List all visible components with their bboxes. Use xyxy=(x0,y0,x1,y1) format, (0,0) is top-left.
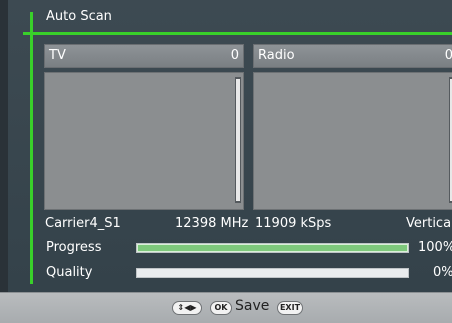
progress-bar xyxy=(136,243,409,253)
radio-label: Radio xyxy=(258,48,295,63)
progress-bar-fill xyxy=(138,245,407,251)
progress-value: 100% xyxy=(418,240,452,255)
tv-label: TV xyxy=(49,48,66,63)
quality-label: Quality xyxy=(46,265,93,280)
carrier-name: Carrier4_S1 xyxy=(45,216,121,231)
radio-list-header: Radio 0 xyxy=(253,44,452,68)
radio-count: 0 xyxy=(444,48,452,63)
quality-value: 0% xyxy=(433,265,452,280)
carrier-frequency: 12398 MHz xyxy=(175,216,249,231)
auto-scan-screen: Auto Scan TV 0 Radio 0 Carrier4_S1 12398… xyxy=(0,0,452,323)
tv-channel-list[interactable] xyxy=(44,72,244,210)
page-title: Auto Scan xyxy=(46,9,112,24)
tv-list-scrollbar[interactable] xyxy=(235,77,241,203)
save-label: Save xyxy=(235,298,270,314)
carrier-symbol-rate: 11909 kSps xyxy=(255,216,332,231)
footer-hint-bar: ⇕◀▶ OK Save EXIT xyxy=(0,292,452,323)
progress-label: Progress xyxy=(46,240,102,255)
ok-button-icon: OK xyxy=(210,301,232,315)
tv-count: 0 xyxy=(230,48,239,63)
accent-horizontal-line xyxy=(23,32,452,35)
accent-vertical-line xyxy=(30,12,33,284)
tv-list-scrollbar-thumb[interactable] xyxy=(236,79,240,201)
quality-bar xyxy=(136,268,409,278)
radio-channel-list[interactable] xyxy=(253,72,452,210)
tv-list-header: TV 0 xyxy=(44,44,244,68)
navigation-arrows-icon: ⇕◀▶ xyxy=(172,301,202,315)
carrier-polarization: Vertical xyxy=(406,216,452,231)
exit-button-icon: EXIT xyxy=(277,301,303,315)
